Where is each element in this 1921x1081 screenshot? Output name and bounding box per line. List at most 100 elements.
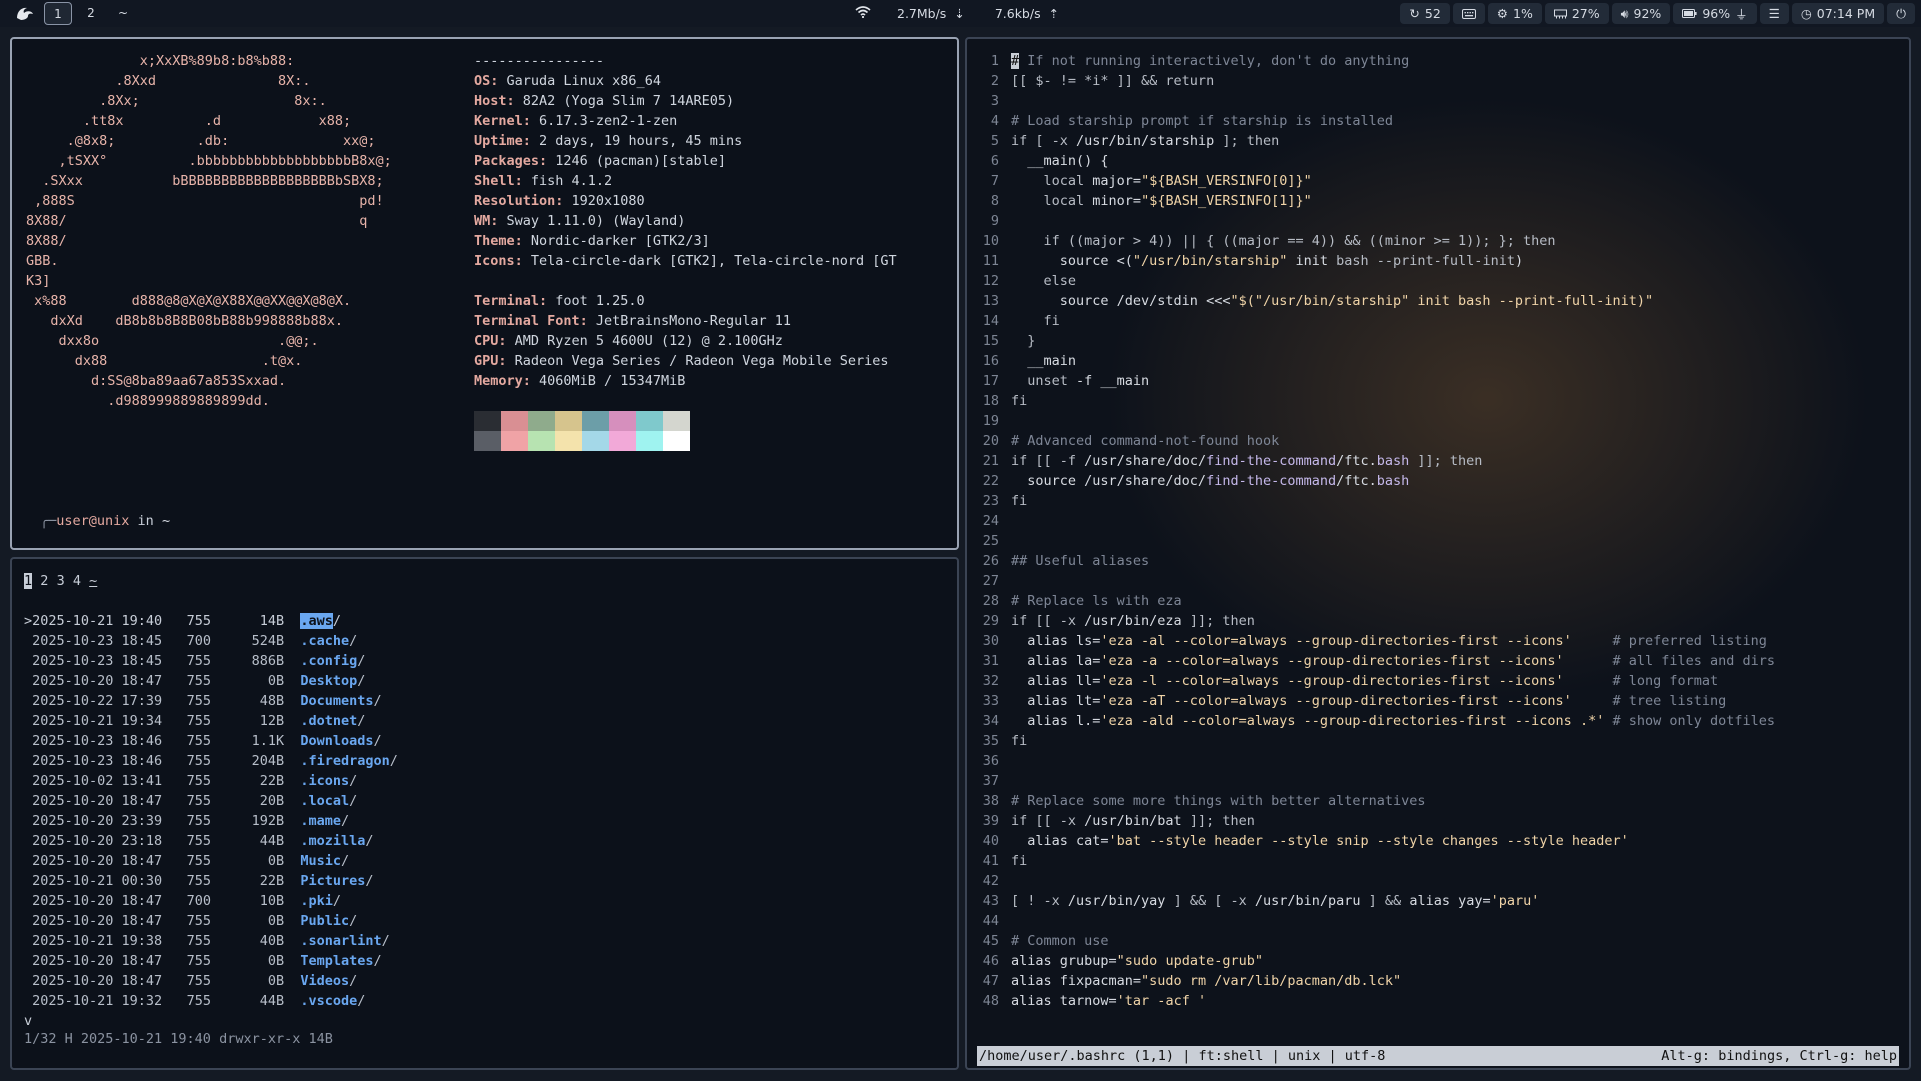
file-name[interactable]: .vscode [300, 993, 357, 1009]
shell-prompt[interactable]: ╭─user@unix in ~ ╰─λ [40, 471, 171, 548]
code-token: alias ls= [1011, 633, 1101, 649]
line-number: 45 [982, 933, 999, 949]
file-row[interactable]: 2025-10-21 19:34 755 12B .dotnet/ [24, 711, 398, 731]
battery-value: 96% [1702, 6, 1731, 21]
file-date: 2025-10-20 23:39 [32, 813, 163, 829]
distro-logo-icon[interactable] [12, 4, 38, 24]
line-number: 2 [990, 73, 999, 89]
workspace-button-2[interactable]: 2 [78, 2, 104, 23]
file-tab-3[interactable]: 3 [57, 573, 65, 589]
palette-swatch [474, 411, 501, 431]
cpu-icon: ⚙ [1496, 6, 1508, 21]
file-tab-2[interactable]: 2 [40, 573, 48, 589]
fetch-terminal-pane[interactable]: x;XxXB%89b8:b8%b88: .8Xxd 8X:. .8Xx; 8x:… [10, 37, 959, 550]
settings-widget[interactable]: ☰ [1759, 3, 1789, 24]
file-slash: / [332, 893, 342, 909]
line-number: 18 [982, 393, 999, 409]
file-row[interactable]: 2025-10-21 19:38 755 40B .sonarlint/ [24, 931, 398, 951]
line-number: 22 [982, 473, 999, 489]
cpu-widget[interactable]: ⚙ 1% [1487, 3, 1542, 24]
file-name[interactable]: Public [300, 913, 349, 929]
network-widget[interactable]: 2.7Mb/s ⇣ 7.6kb/s ⇡ [855, 0, 1059, 27]
file-row[interactable]: 2025-10-20 18:47 755 0B Public/ [24, 911, 398, 931]
code-token: ]]; then [1181, 813, 1255, 829]
file-name[interactable]: .dotnet [300, 713, 357, 729]
file-name[interactable]: .pki [300, 893, 333, 909]
file-row[interactable]: >2025-10-21 19:40 755 14B .aws/ [24, 611, 398, 631]
file-row[interactable]: 2025-10-23 18:45 700 524B .cache/ [24, 631, 398, 651]
code-line: 41 fi [973, 851, 1775, 871]
file-row[interactable]: 2025-10-20 18:47 700 10B .pki/ [24, 891, 398, 911]
updates-count: 52 [1424, 6, 1441, 21]
line-number: 34 [982, 713, 999, 729]
file-name[interactable]: Music [300, 853, 341, 869]
file-row[interactable]: 2025-10-21 19:32 755 44B .vscode/ [24, 991, 398, 1011]
file-name[interactable]: Videos [300, 973, 349, 989]
code-line: 11 source <("/usr/bin/starship" init bas… [973, 251, 1775, 271]
file-row[interactable]: 2025-10-20 18:47 755 0B Music/ [24, 851, 398, 871]
file-tab-4[interactable]: 4 [73, 573, 81, 589]
file-row[interactable]: 2025-10-20 23:39 755 192B .mame/ [24, 811, 398, 831]
clock-widget[interactable]: ◷ 07:14 PM [1791, 3, 1885, 24]
file-size: 524B [210, 633, 301, 649]
workspace-button-home[interactable]: ~ [110, 2, 136, 23]
prompt-dir: ~ [161, 513, 171, 529]
palette-swatch [555, 411, 582, 431]
file-name[interactable]: .icons [300, 773, 349, 789]
file-name[interactable]: .mozilla [300, 833, 365, 849]
file-row[interactable]: 2025-10-23 18:46 755 204B .firedragon/ [24, 751, 398, 771]
file-tab-home[interactable]: ~ [89, 573, 97, 589]
file-name[interactable]: Downloads [300, 733, 373, 749]
file-row[interactable]: 2025-10-22 17:39 755 48B Documents/ [24, 691, 398, 711]
power-button[interactable]: ⏻ [1887, 3, 1915, 24]
info-key: Icons: [474, 253, 523, 269]
keyboard-widget[interactable] [1452, 3, 1485, 24]
file-date: 2025-10-23 18:46 [32, 733, 163, 749]
power-icon: ⏻ [1896, 5, 1906, 21]
file-row[interactable]: 2025-10-23 18:46 755 1.1K Downloads/ [24, 731, 398, 751]
file-list: >2025-10-21 19:40 755 14B .aws/ 2025-10-… [24, 611, 398, 1031]
file-row[interactable]: 2025-10-02 13:41 755 22B .icons/ [24, 771, 398, 791]
file-name[interactable]: Documents [300, 693, 373, 709]
file-size: 22B [210, 773, 301, 789]
info-key: Packages: [474, 153, 548, 169]
workspace-button-1[interactable]: 1 [44, 2, 72, 25]
file-row[interactable]: 2025-10-20 18:47 755 20B .local/ [24, 791, 398, 811]
battery-widget[interactable]: 96% ⏚ [1673, 3, 1757, 24]
file-name[interactable]: .firedragon [300, 753, 389, 769]
file-perm: 755 [162, 653, 211, 669]
file-date: 2025-10-21 19:40 [32, 613, 163, 629]
file-name[interactable]: .local [300, 793, 349, 809]
file-row[interactable]: 2025-10-20 18:47 755 0B Videos/ [24, 971, 398, 991]
updates-widget[interactable]: ↻ 52 [1400, 3, 1450, 24]
file-date: 2025-10-20 18:47 [32, 853, 163, 869]
file-row[interactable]: 2025-10-20 23:18 755 44B .mozilla/ [24, 831, 398, 851]
file-date: 2025-10-23 18:46 [32, 753, 163, 769]
code-line: 18 fi [973, 391, 1775, 411]
memory-widget[interactable]: 27% [1544, 3, 1609, 24]
ascii-line: ,888S pd! [26, 193, 384, 209]
code-view[interactable]: 1 # If not running interactively, don't d… [973, 51, 1775, 1011]
file-name[interactable]: .sonarlint [300, 933, 381, 949]
file-row[interactable]: 2025-10-23 18:45 755 886B .config/ [24, 651, 398, 671]
file-manager-pane[interactable]: 1 2 3 4 ~ >2025-10-21 19:40 755 14B .aws… [10, 557, 959, 1070]
file-name[interactable]: .mame [300, 813, 341, 829]
editor-status-file: /home/user/.bashrc (1,1) | ft:shell | un… [979, 1048, 1386, 1064]
file-name[interactable]: Templates [300, 953, 373, 969]
memory-value: 27% [1571, 6, 1600, 21]
cpu-value: 1% [1513, 6, 1533, 21]
file-tab-1[interactable]: 1 [24, 573, 33, 589]
file-name[interactable]: Pictures [300, 873, 365, 889]
file-name[interactable]: Desktop [300, 673, 357, 689]
file-name[interactable]: .config [300, 653, 357, 669]
code-token: major= [1092, 173, 1142, 189]
file-row[interactable]: 2025-10-20 18:47 755 0B Templates/ [24, 951, 398, 971]
info-row: Memory: 4060MiB / 15347MiB [474, 371, 897, 391]
volume-widget[interactable]: 🔊︎ 92% [1611, 3, 1671, 24]
editor-pane[interactable]: 1 # If not running interactively, don't d… [965, 37, 1911, 1070]
file-row[interactable]: 2025-10-20 18:47 755 0B Desktop/ [24, 671, 398, 691]
file-name[interactable]: .cache [300, 633, 349, 649]
file-row[interactable]: 2025-10-21 00:30 755 22B Pictures/ [24, 871, 398, 891]
file-name[interactable]: .aws [300, 613, 333, 629]
line-number: 1 [990, 53, 999, 69]
